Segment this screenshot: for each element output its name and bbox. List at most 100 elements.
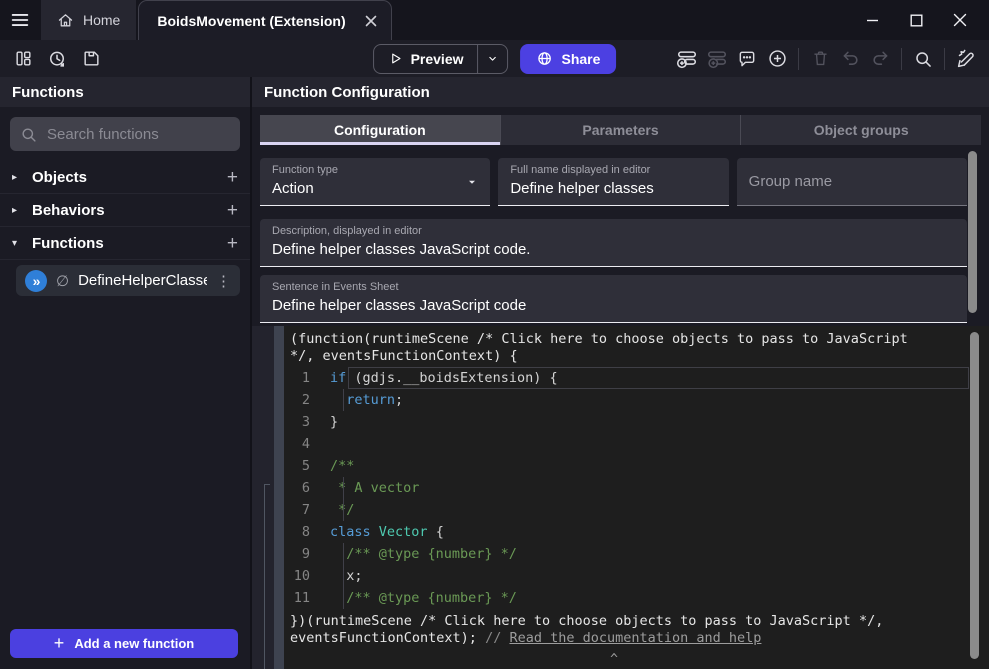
preview-button[interactable]: Preview: [374, 45, 478, 73]
section-label: Behaviors: [32, 202, 217, 219]
field-label: Function type: [272, 164, 478, 176]
code-line[interactable]: 8class Vector {: [284, 521, 989, 543]
full-name-field[interactable]: Full name displayed in editor Define hel…: [498, 158, 728, 206]
code-body: (function(runtimeScene /* Click here to …: [284, 326, 989, 669]
documentation-link[interactable]: Read the documentation and help: [509, 630, 761, 646]
search-functions-input[interactable]: [47, 126, 246, 143]
home-icon: [57, 12, 74, 29]
code-line[interactable]: 5/**: [284, 455, 989, 477]
tab-parameters[interactable]: Parameters: [500, 115, 741, 145]
line-number: 10: [284, 568, 330, 585]
add-subevent-icon[interactable]: [702, 44, 732, 74]
function-item-define-helper-classes[interactable]: » ∅ DefineHelperClasses ⋮: [16, 265, 240, 296]
open-panels-icon[interactable]: [8, 44, 38, 74]
search-icon[interactable]: [908, 44, 938, 74]
dropdown-caret-icon: [466, 176, 478, 188]
minimize-icon[interactable]: [857, 5, 887, 35]
add-new-icon[interactable]: [762, 44, 792, 74]
tab-object-groups[interactable]: Object groups: [740, 115, 981, 145]
add-event-icon[interactable]: [672, 44, 702, 74]
chevron-down-icon: ▾: [12, 238, 22, 249]
add-comment-icon[interactable]: [732, 44, 762, 74]
code-line[interactable]: 11 /** @type {number} */: [284, 587, 989, 609]
add-function-icon[interactable]: +: [227, 234, 238, 253]
code-editor: (function(runtimeScene /* Click here to …: [252, 326, 989, 669]
sidebar-item-objects[interactable]: ▸ Objects +: [0, 161, 250, 194]
redo-icon[interactable]: [865, 44, 895, 74]
toolbar-divider: [944, 48, 945, 70]
line-number: 8: [284, 524, 330, 541]
preview-options-button[interactable]: [478, 45, 508, 73]
app-window: Home BoidsMovement (Extension): [0, 0, 989, 669]
item-menu-icon[interactable]: ⋮: [216, 272, 231, 290]
sentence-field[interactable]: Sentence in Events Sheet Define helper c…: [260, 275, 967, 323]
field-label: Description, displayed in editor: [272, 225, 955, 237]
code-line[interactable]: 3}: [284, 411, 989, 433]
code-line[interactable]: 1if (gdjs.__boidsExtension) {: [284, 367, 989, 389]
sidebar-item-behaviors[interactable]: ▸ Behaviors +: [0, 194, 250, 227]
tab-configuration[interactable]: Configuration: [260, 115, 500, 145]
line-content: class Vector {: [330, 524, 444, 541]
search-box[interactable]: [10, 117, 240, 151]
code-scrollbar[interactable]: [970, 332, 979, 659]
collapse-caret[interactable]: ^: [284, 652, 944, 669]
field-label: Sentence in Events Sheet: [272, 281, 955, 293]
share-button[interactable]: Share: [521, 44, 617, 74]
code-header[interactable]: (function(runtimeScene /* Click here to …: [284, 331, 924, 364]
history-icon[interactable]: [42, 44, 72, 74]
events-scrollbar[interactable]: [274, 326, 284, 669]
code-line[interactable]: 7 */: [284, 499, 989, 521]
line-content: /** @type {number} */: [330, 590, 517, 607]
footer-comment: //: [485, 630, 509, 646]
line-number: 7: [284, 502, 330, 519]
preview-label: Preview: [411, 51, 464, 67]
main-panel: Function Configuration Configuration Par…: [250, 77, 989, 669]
search-icon: [20, 126, 37, 143]
close-window-icon[interactable]: [945, 5, 975, 35]
line-content: }: [330, 414, 338, 431]
code-line[interactable]: 4: [284, 433, 989, 455]
configuration-form: Function type Action Full name displayed…: [252, 145, 989, 326]
line-content: * A vector: [330, 480, 419, 497]
plus-icon: +: [54, 633, 65, 654]
tab-close-icon[interactable]: [365, 15, 377, 27]
main-menu-button[interactable]: [0, 0, 40, 40]
toolbar: Preview Share: [0, 40, 989, 77]
code-line[interactable]: 6 * A vector: [284, 477, 989, 499]
preview-split-button: Preview: [373, 44, 509, 74]
tab-boids-movement[interactable]: BoidsMovement (Extension): [138, 0, 391, 40]
group-name-input[interactable]: [749, 173, 955, 190]
field-value: Action: [272, 180, 478, 197]
sidebar-item-functions[interactable]: ▾ Functions +: [0, 227, 250, 260]
undo-icon[interactable]: [835, 44, 865, 74]
code-line[interactable]: 10 x;: [284, 565, 989, 587]
window-controls: [857, 0, 989, 40]
code-line[interactable]: 9 /** @type {number} */: [284, 543, 989, 565]
group-name-field[interactable]: [737, 158, 967, 206]
events-gutter: [252, 326, 274, 669]
description-field[interactable]: Description, displayed in editor Define …: [260, 219, 967, 267]
add-behavior-icon[interactable]: +: [227, 201, 238, 220]
line-number: 6: [284, 480, 330, 497]
edit-icon[interactable]: [951, 44, 981, 74]
function-type-select[interactable]: Function type Action: [260, 158, 490, 206]
share-label: Share: [562, 51, 601, 67]
tab-active-label: BoidsMovement (Extension): [157, 13, 345, 29]
line-number: 1: [284, 370, 330, 387]
add-object-icon[interactable]: +: [227, 168, 238, 187]
save-icon[interactable]: [76, 44, 106, 74]
maximize-icon[interactable]: [901, 5, 931, 35]
line-number: 2: [284, 392, 330, 409]
add-new-function-button[interactable]: + Add a new function: [10, 629, 238, 658]
field-value: Define helper classes: [510, 180, 716, 197]
form-scrollbar[interactable]: [968, 151, 977, 313]
line-content: return;: [330, 392, 403, 409]
delete-icon[interactable]: [805, 44, 835, 74]
function-icon: »: [25, 270, 47, 292]
field-value: Define helper classes JavaScript code: [272, 297, 955, 314]
code-line[interactable]: 2 return;: [284, 389, 989, 411]
tab-home-label: Home: [83, 12, 120, 28]
titlebar: Home BoidsMovement (Extension): [0, 0, 989, 40]
tab-home[interactable]: Home: [41, 0, 136, 40]
line-number: 5: [284, 458, 330, 475]
